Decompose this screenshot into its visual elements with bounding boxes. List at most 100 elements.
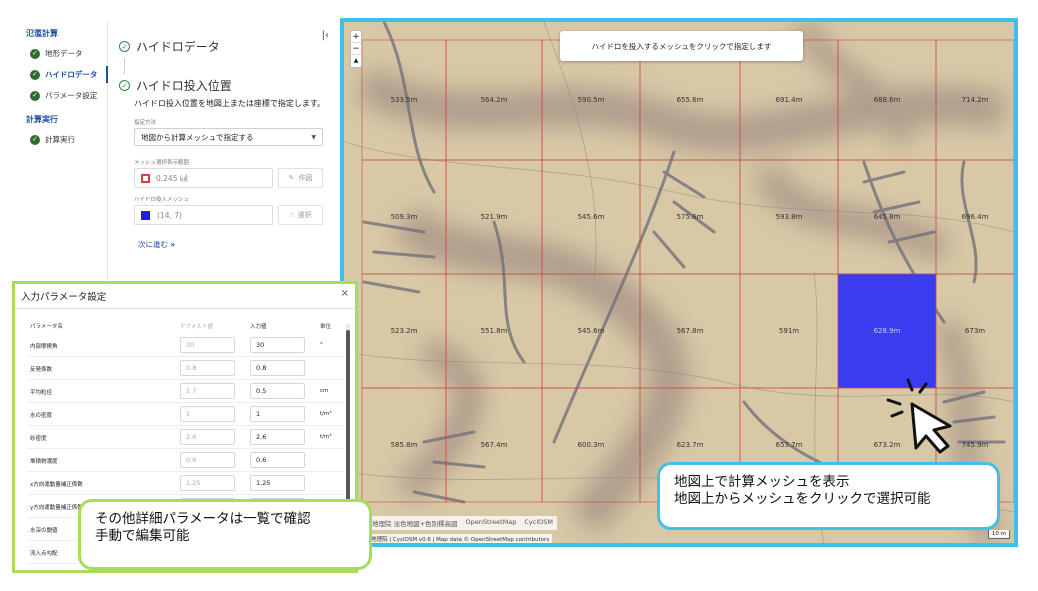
table-row: 堆積物濃度 0.6 0.6 [28, 449, 344, 472]
step-item-terrain[interactable]: ✓ 地形データ [20, 43, 107, 64]
form-description: ハイドロ投入位置を地図上または座標で指定します。 [134, 99, 326, 108]
table-row: 水の密度 1 1 t/m³ [28, 403, 344, 426]
param-name: 内部摩擦角 [30, 344, 58, 350]
mesh-elevation-label: 585.8m [391, 441, 418, 449]
input-value-field[interactable]: 2.6 [250, 429, 305, 445]
mesh-elevation-label: 688.6m [874, 96, 901, 104]
select-button[interactable]: ☝ 選択 [278, 205, 323, 225]
collapse-left-icon[interactable]: |‹ [322, 30, 329, 41]
input-value-field[interactable]: 1 [250, 406, 305, 422]
step-item-parameters[interactable]: ✓ パラメータ設定 [20, 85, 107, 106]
mesh-elevation-label: 567.8m [677, 327, 704, 335]
method-select[interactable]: 地図から計算メッシュで指定する ▼ [134, 128, 323, 146]
mesh-elevation-label: 564.2m [481, 96, 508, 104]
mesh-elevation-label: 545.6m [578, 327, 605, 335]
default-value: 0.6 [180, 452, 235, 468]
scale-bar: 10 m [987, 530, 1010, 539]
range-label: メッシュ選択表示範囲 [134, 160, 190, 166]
mesh-elevation-label: 696.4m [962, 213, 989, 221]
step-item-label: ハイドロデータ [45, 70, 98, 79]
header-default: デフォルト値 [180, 324, 214, 330]
table-row: 内部摩擦角 30 30 ° [28, 334, 344, 357]
dialog-title: 入力パラメータ設定 [15, 284, 355, 309]
input-value-field[interactable]: 0.8 [250, 360, 305, 376]
mesh-elevation-label: 590.5m [578, 96, 605, 104]
close-icon[interactable]: × [341, 288, 349, 299]
step-item-hydro[interactable]: ✓ ハイドロデータ [20, 64, 108, 85]
input-value-field[interactable]: 1.25 [250, 475, 305, 491]
mesh-elevation-label: 567.4m [481, 441, 508, 449]
input-value-field[interactable]: 0.6 [250, 452, 305, 468]
param-name: 水深の閾値 [30, 528, 58, 534]
step-connector [124, 58, 125, 74]
screen: 氾濫計算 ✓ 地形データ ✓ ハイドロデータ ✓ パラメータ設定 計算実行 ✓ … [0, 0, 1038, 591]
draw-button[interactable]: ✎ 作図 [278, 168, 323, 188]
default-value: 2.6 [180, 429, 235, 445]
mesh-elevation-label: 673m [965, 327, 985, 335]
next-link[interactable]: 次に進む » [138, 239, 335, 250]
header-input: 入力値 [250, 324, 267, 330]
zoom-control: + − ▲ [350, 30, 362, 68]
mesh-elevation-label: 545.6m [578, 213, 605, 221]
mesh-field: ハイドロ投入メッシュ (14, 7) ☝ 選択 [134, 195, 323, 225]
mesh-input[interactable]: (14, 7) [134, 205, 273, 225]
default-value: 0.8 [180, 360, 235, 376]
zoom-out-button[interactable]: − [351, 43, 361, 55]
step-item-label: パラメータ設定 [45, 91, 98, 100]
mesh-elevation-label: 521.9m [481, 213, 508, 221]
mesh-elevation-label: 655.6m [677, 96, 704, 104]
method-label: 指定方法 [134, 120, 157, 126]
layer-option[interactable]: OpenStreetMap [466, 518, 517, 528]
check-icon: ✓ [30, 90, 40, 101]
range-input[interactable]: 0.245 ㎢ [134, 168, 273, 188]
scrollbar-thumb[interactable] [346, 330, 350, 500]
input-value-field[interactable]: 30 [250, 337, 305, 353]
mesh-elevation-label: 623.7m [677, 441, 704, 449]
mesh-value: (14, 7) [157, 210, 182, 220]
form-step-title: ハイドロデータ [136, 40, 220, 54]
mesh-elevation-label: 575.6m [677, 213, 704, 221]
compass-icon[interactable]: ▲ [351, 55, 361, 67]
method-field: 指定方法 地図から計算メッシュで指定する ▼ [134, 118, 323, 146]
area-select-icon [141, 173, 150, 183]
layer-option[interactable]: CyclOSM [524, 518, 553, 528]
param-name: 平均粒径 [30, 390, 53, 396]
param-name: x方向運動量補正係数 [30, 482, 83, 488]
unit-label: t/m³ [320, 434, 332, 440]
mesh-color-swatch [141, 210, 150, 220]
step-group-title: 計算実行 [26, 115, 58, 124]
layer-option[interactable]: 地理院 淡色地図+色別標高図 [372, 518, 458, 528]
draw-button-label: 作図 [298, 174, 313, 182]
params-callout: その他詳細パラメータは一覧で確認 手動で編集可能 [78, 499, 372, 570]
hydro-form-panel: |‹ ✓ ハイドロデータ ✓ ハイドロ投入位置 ハイドロ投入位置を地図上または座… [110, 22, 335, 280]
default-value: 1 [180, 406, 235, 422]
table-row: 平均粒径 2.7 0.5 cm [28, 380, 344, 403]
callout-line: 地図上で計算メッシュを表示 [674, 474, 850, 490]
double-chevron-right-icon: » [170, 240, 176, 249]
mesh-elevation-label: 691.4m [776, 96, 803, 104]
mesh-elevation-label: 509.3m [391, 213, 418, 221]
mesh-elevation-label: 523.2m [391, 327, 418, 335]
map-callout: 地図上で計算メッシュを表示 地図上からメッシュをクリックで選択可能 [657, 462, 1000, 530]
step-item-label: 計算実行 [45, 135, 75, 144]
map-attribution: 地理院 | CyclOSM v0.6 | Map data © OpenStre… [368, 534, 553, 543]
param-name: 水の密度 [30, 413, 53, 419]
check-icon: ✓ [30, 48, 40, 59]
method-select-value: 地図から計算メッシュで指定する [141, 132, 254, 142]
chevron-down-icon: ▼ [311, 133, 316, 141]
unit-label: t/m³ [320, 411, 332, 417]
zoom-in-button[interactable]: + [351, 31, 361, 43]
form-step-hydro-position: ✓ ハイドロ投入位置 [119, 77, 335, 94]
param-name: y方向運動量補正係数 [30, 505, 83, 511]
layer-switcher: 地理院 淡色地図+色別標高図 OpenStreetMap CyclOSM [368, 516, 557, 530]
range-field: メッシュ選択表示範囲 0.245 ㎢ ✎ 作図 [134, 158, 323, 188]
table-header: パラメータ名 デフォルト値 入力値 単位 [28, 320, 344, 334]
unit-label: ° [320, 342, 323, 348]
check-circle-icon: ✓ [119, 41, 130, 52]
input-value-field[interactable]: 0.5 [250, 383, 305, 399]
mesh-elevation-label: 645.8m [874, 213, 901, 221]
cursor-click-icon [886, 378, 952, 454]
step-item-run[interactable]: ✓ 計算実行 [20, 129, 107, 150]
callout-line: 手動で編集可能 [95, 528, 190, 544]
mesh-elevation-label: 714.2m [962, 96, 989, 104]
